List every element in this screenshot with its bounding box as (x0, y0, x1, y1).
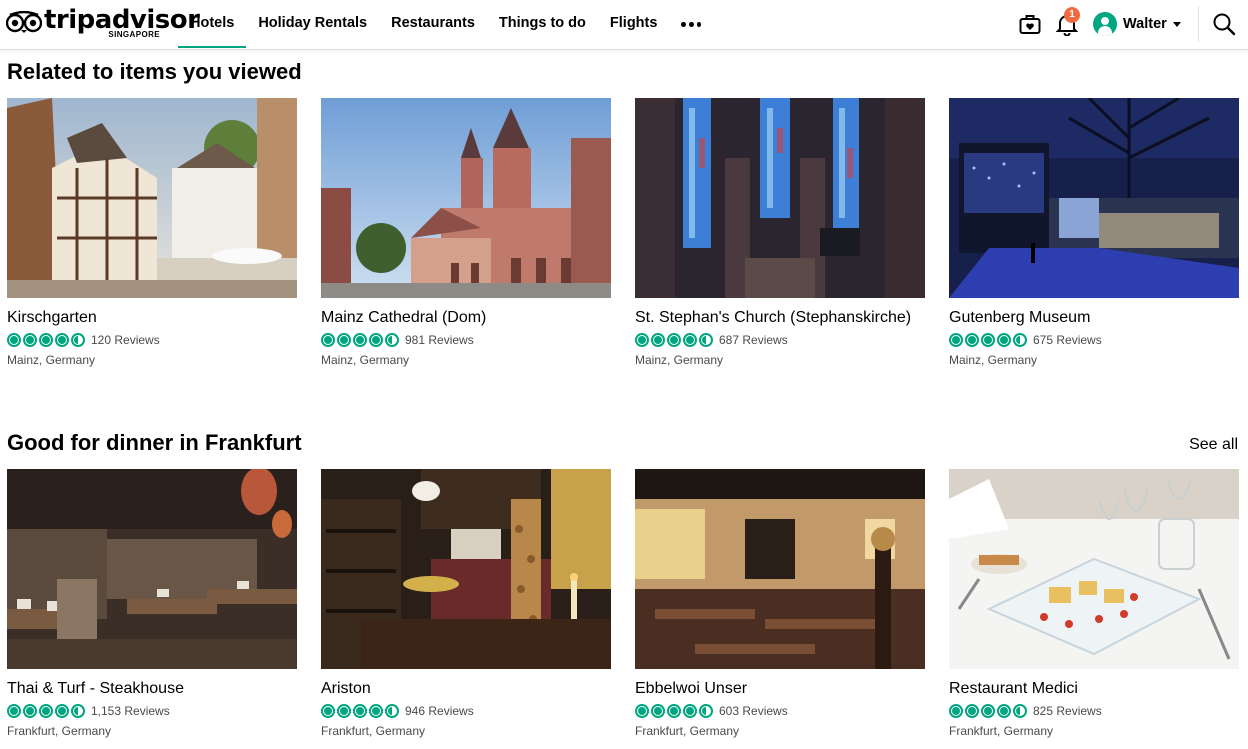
rating: 675 Reviews (949, 331, 1239, 349)
card-location: Frankfurt, Germany (949, 724, 1054, 738)
photo-gutenberg-museum (949, 98, 1239, 298)
card-location: Frankfurt, Germany (7, 724, 112, 738)
card-title: St. Stephan's Church (Stephanskirche) (635, 309, 912, 326)
rating-bubbles (949, 333, 1027, 347)
card-location: Mainz, Germany (635, 353, 724, 367)
card-location: Mainz, Germany (321, 353, 410, 367)
rating: 981 Reviews (321, 331, 611, 349)
card-location: Frankfurt, Germany (321, 724, 426, 738)
card-location: Mainz, Germany (949, 353, 1038, 367)
rating: 603 Reviews (635, 702, 925, 720)
nav-tab-things-to-do[interactable]: Things to do (487, 0, 598, 48)
photo-ebbelwoi-unser (635, 469, 925, 669)
rating: 825 Reviews (949, 702, 1239, 720)
review-count[interactable]: 981 Reviews (405, 333, 474, 347)
card-location: Frankfurt, Germany (635, 724, 740, 738)
card-restaurant-medici[interactable]: Restaurant Medici 825 Reviews Frankfurt,… (949, 469, 1239, 738)
rating-bubbles (7, 333, 85, 347)
card-kirschgarten[interactable]: Kirschgarten 120 Reviews Mainz, Germany (7, 98, 297, 367)
card-title: Mainz Cathedral (Dom) (321, 309, 487, 326)
photo-mainz-cathedral (321, 98, 611, 298)
tripadvisor-logo[interactable]: tripadvisor SINGAPORE (6, 5, 200, 42)
main-nav: Hotels Holiday Rentals Restaurants Thing… (178, 0, 713, 50)
owl-logo-icon (6, 11, 42, 33)
user-menu[interactable]: Walter (1093, 11, 1181, 37)
search-icon[interactable] (1210, 10, 1238, 38)
nav-tab-hotels[interactable]: Hotels (178, 0, 247, 48)
card-title: Ariston (321, 680, 371, 697)
user-name: Walter (1123, 16, 1167, 32)
nav-tab-restaurants[interactable]: Restaurants (379, 0, 487, 48)
card-ariston[interactable]: Ariston 946 Reviews Frankfurt, Germany (321, 469, 611, 738)
card-title: Ebbelwoi Unser (635, 680, 748, 697)
chevron-down-icon (1172, 21, 1181, 27)
review-count[interactable]: 687 Reviews (719, 333, 788, 347)
header-divider (1198, 6, 1199, 42)
section-title-related: Related to items you viewed (7, 59, 302, 84)
rating: 1,153 Reviews (7, 702, 297, 720)
card-title: Restaurant Medici (949, 680, 1078, 697)
rating-bubbles (321, 704, 399, 718)
card-gutenberg-museum[interactable]: Gutenberg Museum 675 Reviews Mainz, Germ… (949, 98, 1239, 367)
card-location: Mainz, Germany (7, 353, 96, 367)
nav-tab-holiday-rentals[interactable]: Holiday Rentals (246, 0, 379, 48)
review-count[interactable]: 1,153 Reviews (91, 704, 170, 718)
section-title-dinner: Good for dinner in Frankfurt (7, 430, 302, 455)
photo-restaurant-medici (949, 469, 1239, 669)
photo-kirschgarten (7, 98, 297, 298)
card-title: Gutenberg Museum (949, 309, 1091, 326)
photo-thai-turf-steakhouse (7, 469, 297, 669)
card-ebbelwoi-unser[interactable]: Ebbelwoi Unser 603 Reviews Frankfurt, Ge… (635, 469, 925, 738)
card-title: Thai & Turf - Steakhouse (7, 680, 184, 697)
card-thai-turf-steakhouse[interactable]: Thai & Turf - Steakhouse 1,153 Reviews F… (7, 469, 297, 738)
rating-bubbles (635, 704, 713, 718)
review-count[interactable]: 946 Reviews (405, 704, 474, 718)
photo-ariston (321, 469, 611, 669)
rating: 687 Reviews (635, 331, 925, 349)
rating-bubbles (321, 333, 399, 347)
card-st-stephans-church[interactable]: St. Stephan's Church (Stephanskirche) 68… (635, 98, 925, 367)
notification-badge: 1 (1064, 7, 1080, 23)
more-dots-icon[interactable] (669, 0, 713, 48)
avatar (1093, 12, 1117, 36)
rating-bubbles (949, 704, 1027, 718)
suitcase-heart-icon[interactable] (1016, 10, 1044, 38)
photo-st-stephans-church (635, 98, 925, 298)
top-header: tripadvisor SINGAPORE Hotels Holiday Ren… (0, 0, 1248, 50)
see-all-link[interactable]: See all (1189, 436, 1238, 454)
review-count[interactable]: 603 Reviews (719, 704, 788, 718)
review-count[interactable]: 675 Reviews (1033, 333, 1102, 347)
review-count[interactable]: 825 Reviews (1033, 704, 1102, 718)
rating-bubbles (7, 704, 85, 718)
card-mainz-cathedral[interactable]: Mainz Cathedral (Dom) 981 Reviews Mainz,… (321, 98, 611, 367)
nav-tab-flights[interactable]: Flights (598, 0, 670, 48)
logo-region: SINGAPORE (108, 30, 160, 39)
rating-bubbles (635, 333, 713, 347)
rating: 946 Reviews (321, 702, 611, 720)
rating: 120 Reviews (7, 331, 297, 349)
card-title: Kirschgarten (7, 309, 97, 326)
review-count[interactable]: 120 Reviews (91, 333, 160, 347)
